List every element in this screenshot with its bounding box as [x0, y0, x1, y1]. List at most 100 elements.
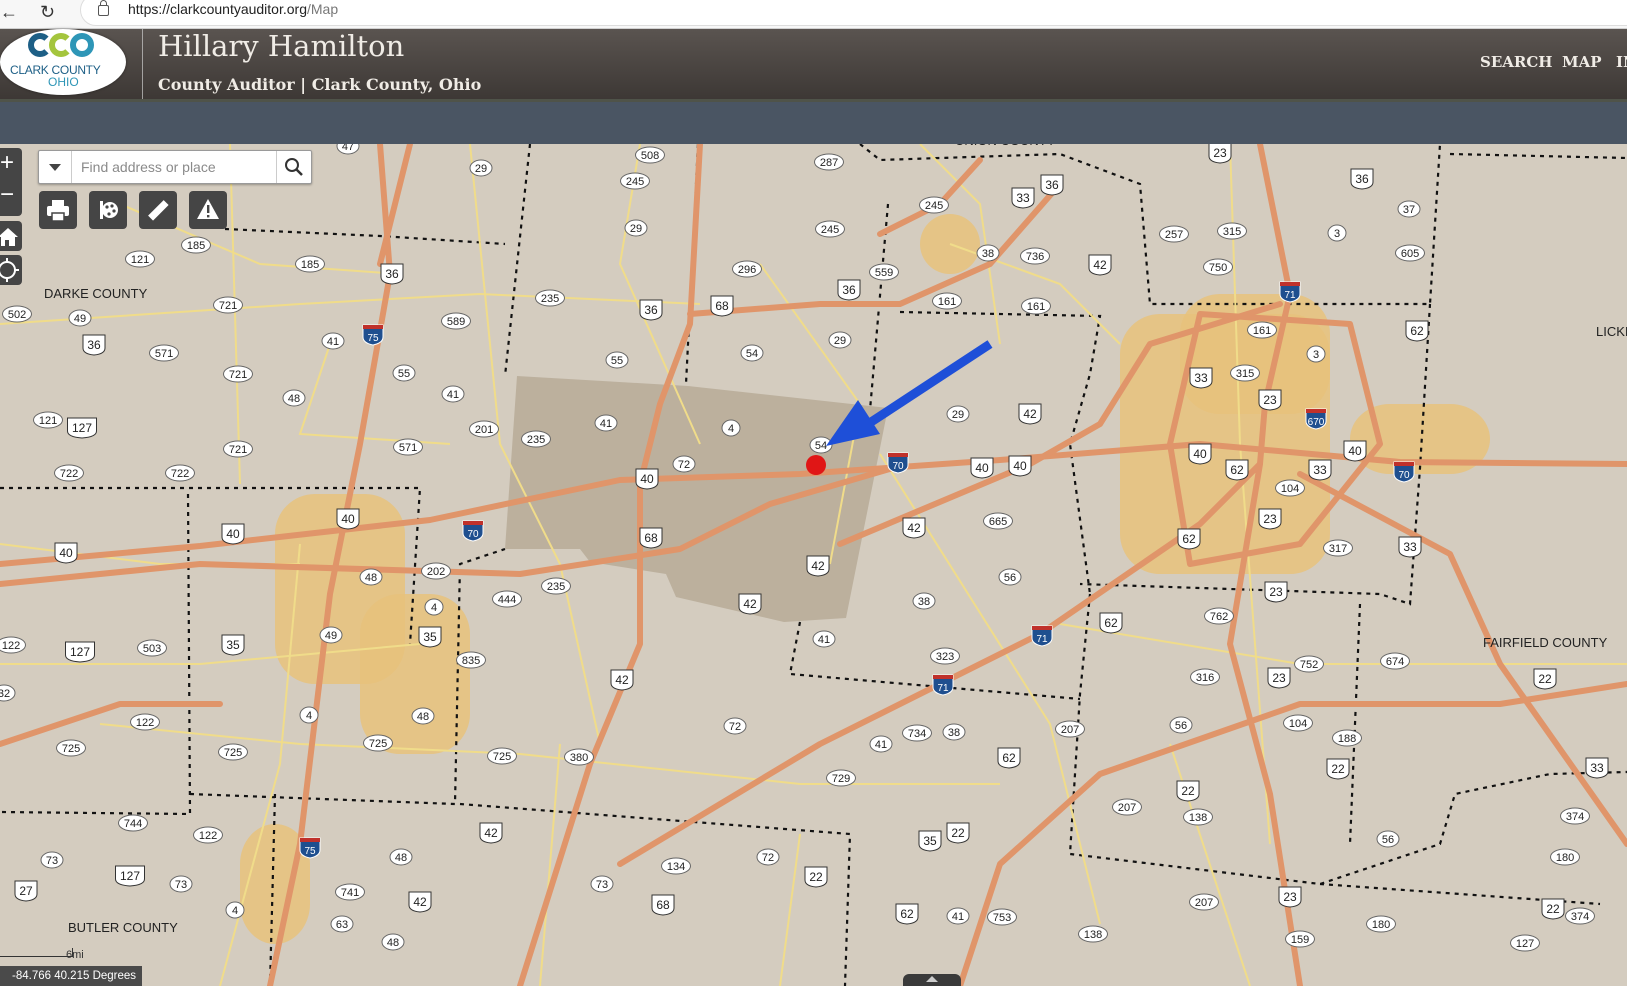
state-route-shield-icon: 185: [295, 255, 325, 273]
us-route-shield-icon: 23: [1264, 581, 1288, 603]
state-route-shield-icon: 605: [1395, 244, 1425, 262]
state-route-shield-icon: 741: [335, 883, 365, 901]
route-number: 41: [952, 911, 964, 923]
us-route-shield-icon: 42: [902, 517, 926, 539]
state-route-shield-icon: 502: [2, 305, 32, 323]
route-number: 73: [46, 855, 58, 867]
us-route-shield-icon: 33: [1398, 536, 1422, 558]
state-route-shield-icon: 380: [564, 748, 594, 766]
route-number: 62: [900, 907, 914, 921]
route-number: 122: [2, 640, 20, 652]
route-number: 42: [615, 673, 629, 687]
route-number: 71: [937, 683, 949, 694]
reload-icon[interactable]: ↻: [40, 2, 55, 23]
route-number: 161: [1027, 301, 1045, 313]
route-number: 42: [413, 895, 427, 909]
route-number: 70: [892, 461, 904, 472]
route-number: 750: [1209, 262, 1227, 274]
state-route-shield-icon: 721: [213, 296, 243, 314]
us-route-shield-icon: 35: [221, 634, 245, 656]
location-marker[interactable]: [806, 455, 826, 475]
route-number: 374: [1566, 811, 1584, 823]
us-route-shield-icon: 22: [946, 822, 970, 844]
state-route-shield-icon: 315: [1217, 222, 1247, 240]
state-route-shield-icon: 37: [1397, 200, 1421, 218]
route-number: 207: [1118, 802, 1136, 814]
route-number: 36: [1355, 172, 1369, 186]
state-route-shield-icon: 315: [1230, 364, 1260, 382]
toolbar-band: [0, 102, 1627, 144]
state-route-shield-icon: 750: [1203, 258, 1233, 276]
route-number: 48: [395, 852, 407, 864]
zoom-in-button[interactable]: +: [0, 148, 22, 180]
print-button[interactable]: [39, 191, 77, 229]
us-route-shield-icon: 62: [997, 747, 1021, 769]
us-route-shield-icon: 23: [1278, 886, 1302, 908]
route-number: 22: [1538, 672, 1552, 686]
report-issue-button[interactable]: [189, 191, 227, 229]
lock-icon[interactable]: [98, 0, 109, 16]
map-canvas[interactable]: 363612736 6836363342362340404040684242424…: [0, 144, 1627, 986]
route-number: 73: [596, 879, 608, 891]
route-number: 40: [640, 472, 654, 486]
state-route-shield-icon: 38: [976, 244, 1000, 262]
route-number: 180: [1556, 852, 1574, 864]
route-number: 33: [1313, 463, 1327, 477]
interstate-shield-top: [1394, 462, 1414, 466]
logo-text-state: OHIO: [48, 75, 79, 89]
nav-search[interactable]: SEARCH: [1480, 53, 1552, 71]
clark-county-logo[interactable]: CLARK COUNTY OHIO: [0, 29, 126, 95]
state-route-shield-icon: 3: [1327, 224, 1347, 242]
route-number: 721: [229, 369, 247, 381]
state-route-shield-icon: 508: [635, 146, 665, 164]
basemap-button[interactable]: [89, 191, 127, 229]
home-button[interactable]: [0, 221, 22, 251]
state-route-shield-icon: 571: [149, 344, 179, 362]
state-route-shield-icon: 48: [381, 933, 405, 951]
search-input[interactable]: [73, 152, 283, 182]
route-number: 29: [475, 163, 487, 175]
us-route-shield-icon: 40: [336, 508, 360, 530]
locate-button[interactable]: [0, 255, 22, 285]
state-route-shield-icon: 29: [469, 159, 493, 177]
zoom-out-button[interactable]: −: [0, 180, 22, 212]
nav-info[interactable]: INFO: [1616, 53, 1627, 71]
search-source-dropdown[interactable]: [39, 151, 72, 183]
back-arrow-icon[interactable]: ←: [0, 2, 18, 23]
search-button[interactable]: [276, 151, 311, 183]
state-route-shield-icon: 73: [169, 875, 193, 893]
state-route-shield-icon: 161: [932, 292, 962, 310]
route-number: 38: [948, 727, 960, 739]
state-route-shield-icon: 48: [359, 568, 383, 586]
url-text[interactable]: https://clarkcountyauditor.org/Map: [128, 1, 338, 17]
nav-map[interactable]: MAP: [1562, 53, 1602, 71]
map-view[interactable]: 36 36 127 36 68 36 36 33 42 36 23 40 40 40 40 68 42 42 42 4…: [0, 144, 1627, 986]
measure-button[interactable]: [139, 191, 177, 229]
state-route-shield-icon: 161: [1021, 297, 1051, 315]
route-number: 605: [1401, 248, 1419, 260]
interstate-shield-icon: 70: [462, 520, 484, 542]
route-number: 72: [729, 721, 741, 733]
state-route-shield-icon: 185: [181, 236, 211, 254]
state-route-shield-icon: 161: [1247, 321, 1277, 339]
route-number: 29: [630, 223, 642, 235]
state-route-shield-icon: 571: [393, 438, 423, 456]
state-route-shield-icon: 589: [441, 312, 471, 330]
route-number: 70: [467, 529, 479, 540]
route-number: 122: [199, 830, 217, 842]
route-number: 48: [288, 393, 300, 405]
state-route-shield-icon: 41: [441, 385, 465, 403]
us-route-shield-icon: 40: [1188, 443, 1212, 465]
home-icon: [0, 228, 18, 246]
expand-panel-button[interactable]: [903, 974, 961, 986]
route-number: 245: [821, 224, 839, 236]
state-route-shield-icon: 72: [672, 455, 696, 473]
state-route-shield-icon: 725: [487, 747, 517, 765]
state-route-shield-icon: 725: [56, 739, 86, 757]
state-route-shield-icon: 722: [54, 464, 84, 482]
route-number: 42: [907, 521, 921, 535]
route-number: 35: [226, 638, 240, 652]
us-route-shield-icon: 36: [837, 279, 861, 301]
interstate-shield-top: [933, 675, 953, 679]
route-number: 36: [385, 267, 399, 281]
